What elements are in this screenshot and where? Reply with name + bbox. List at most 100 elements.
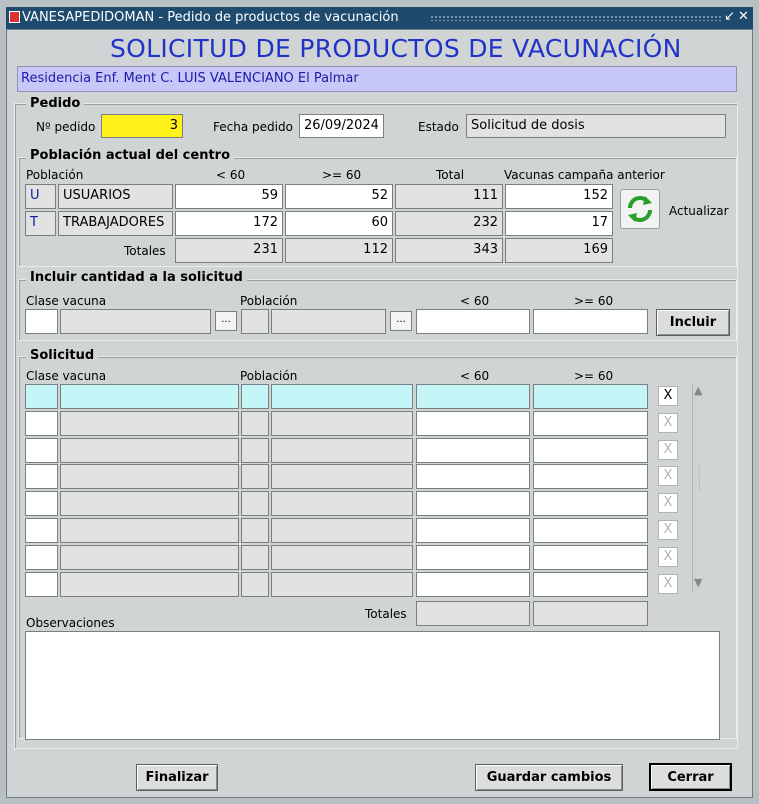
solicitud-row-ge60[interactable] [533,437,648,463]
incluir-button[interactable]: Incluir [656,309,730,336]
poblacion-total-ge60: 112 [285,238,393,263]
solicitud-row-ge60[interactable] [533,410,648,436]
incluir-col-clase: Clase vacuna [26,294,107,308]
solicitud-row-lt60[interactable] [416,437,530,463]
observaciones-textarea[interactable] [25,631,720,740]
solicitud-row-poblacion-code[interactable] [241,518,269,543]
incluir-poblacion-code[interactable] [241,309,269,334]
poblacion-lt60-trabajadores[interactable]: 172 [175,211,283,236]
solicitud-col-poblacion: Población [240,369,298,383]
window-titlebar[interactable]: VANESAPEDIDOMAN - Pedido de productos de… [6,7,753,29]
poblacion-code-trabajadores[interactable]: T [25,211,56,236]
delete-row-button[interactable]: X [658,520,678,540]
solicitud-row-poblacion-desc [271,410,413,436]
col-total-header: Total [436,168,465,182]
incluir-col-poblacion: Población [240,294,298,308]
poblacion-prev-trabajadores[interactable]: 17 [505,211,613,236]
page-title: SOLICITUD DE PRODUCTOS DE VACUNACIÓN [110,34,682,63]
solicitud-row-clase-code[interactable] [25,410,58,436]
incluir-col-ge60: >= 60 [574,294,614,308]
incluir-col-lt60: < 60 [460,294,490,308]
solicitud-row-clase-code[interactable] [25,491,58,517]
solicitud-row-lt60[interactable] [416,491,530,517]
fecha-pedido-field[interactable]: 26/09/2024 [299,114,384,138]
solicitud-row-ge60[interactable] [533,544,648,570]
solicitud-row-clase-code[interactable] [25,571,58,597]
solicitud-col-clase: Clase vacuna [26,369,107,383]
scroll-down-icon[interactable]: ▼ [694,576,702,589]
refresh-button[interactable] [620,189,660,229]
solicitud-row-poblacion-code[interactable] [241,491,269,517]
solicitud-row-poblacion-code[interactable] [241,571,269,597]
solicitud-row-poblacion-desc [271,544,413,570]
poblacion-ge60-usuarios[interactable]: 52 [285,184,393,209]
pedido-num-field[interactable]: 3 [101,114,183,138]
close-icon[interactable]: ✕ [738,9,749,24]
delete-row-button[interactable]: X [658,493,678,514]
titlebar-grip [430,15,722,21]
solicitud-row-poblacion-code[interactable] [241,384,269,409]
solicitud-row-poblacion-desc [271,437,413,463]
solicitud-row-poblacion-desc [271,518,413,543]
delete-row-button[interactable]: X [658,386,678,406]
solicitud-row-clase-desc [60,437,239,463]
solicitud-row-clase-code[interactable] [25,464,58,490]
solicitud-row-poblacion-code[interactable] [241,464,269,490]
incluir-ge60-field[interactable] [533,309,648,334]
solicitud-row-ge60[interactable] [533,491,648,517]
delete-row-button[interactable]: X [658,573,678,594]
guardar-cambios-button[interactable]: Guardar cambios [475,764,623,791]
finalizar-button[interactable]: Finalizar [136,764,218,791]
solicitud-row-clase-desc [60,410,239,436]
col-prev-header: Vacunas campaña anterior [504,168,665,182]
solicitud-total-ge60 [533,601,648,626]
solicitud-row-ge60[interactable] [533,571,648,597]
fecha-pedido-label: Fecha pedido [213,120,293,134]
solicitud-row-poblacion-code[interactable] [241,544,269,570]
solicitud-row-clase-code[interactable] [25,518,58,543]
solicitud-row-lt60[interactable] [416,544,530,570]
scroll-up-icon[interactable]: ▲ [694,384,702,397]
solicitud-row-clase-code[interactable] [25,437,58,463]
delete-row-button[interactable]: X [658,546,678,567]
solicitud-row-lt60[interactable] [416,518,530,543]
solicitud-row-clase-desc [60,544,239,570]
restore-icon[interactable]: ↙ [724,9,735,24]
incluir-poblacion-lov-button[interactable]: ... [390,311,412,331]
delete-row-button[interactable]: X [658,412,678,433]
solicitud-scrollbar[interactable]: ▲ ⁞ ⁞ ⁞ ⁞ ▼ [692,384,707,592]
cerrar-button[interactable]: Cerrar [649,763,732,791]
solicitud-row-ge60[interactable] [533,464,648,490]
incluir-clase-code[interactable] [25,309,58,334]
scroll-grip-icon[interactable]: ⁞ ⁞ ⁞ ⁞ [698,464,701,493]
col-ge60-header: >= 60 [322,168,362,182]
solicitud-row-poblacion-desc [271,464,413,490]
solicitud-totals-label: Totales [365,607,407,621]
incluir-lt60-field[interactable] [416,309,530,334]
estado-label: Estado [418,120,459,134]
poblacion-total-trabajadores: 232 [395,211,503,236]
poblacion-ge60-trabajadores[interactable]: 60 [285,211,393,236]
poblacion-code-usuarios[interactable]: U [25,184,56,209]
refresh-label[interactable]: Actualizar [669,204,729,218]
solicitud-row-lt60[interactable] [416,464,530,490]
incluir-clase-lov-button[interactable]: ... [215,311,237,331]
solicitud-row-lt60[interactable] [416,384,530,409]
solicitud-row-ge60[interactable] [533,518,648,543]
solicitud-row-poblacion-code[interactable] [241,410,269,436]
delete-row-button[interactable]: X [658,466,678,487]
poblacion-lt60-usuarios[interactable]: 59 [175,184,283,209]
pedido-num-label: Nº pedido [36,120,96,134]
solicitud-row-poblacion-code[interactable] [241,437,269,463]
residence-field: Residencia Enf. Ment C. LUIS VALENCIANO … [17,66,737,92]
delete-row-button[interactable]: X [658,439,678,460]
solicitud-row-ge60[interactable] [533,384,648,409]
solicitud-row-lt60[interactable] [416,571,530,597]
solicitud-col-lt60: < 60 [460,369,490,383]
solicitud-row-clase-code[interactable] [25,384,58,409]
observaciones-label: Observaciones [26,616,115,630]
poblacion-prev-usuarios[interactable]: 152 [505,184,613,209]
solicitud-row-lt60[interactable] [416,410,530,436]
solicitud-row-clase-code[interactable] [25,544,58,570]
incluir-clase-desc [60,309,211,334]
